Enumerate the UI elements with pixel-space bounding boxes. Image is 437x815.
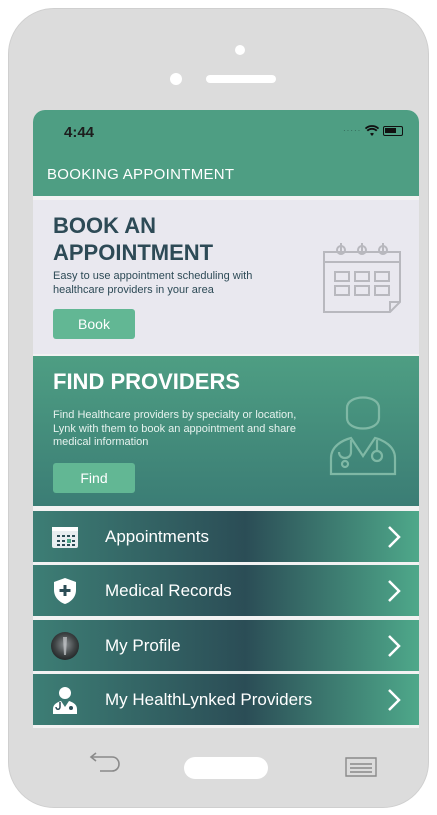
chevron-right-icon	[388, 526, 401, 548]
status-time: 4:44	[64, 124, 95, 141]
status-bar: 4:44 ·····	[33, 110, 419, 154]
menu-lines-icon[interactable]	[342, 756, 380, 778]
status-icons: ·····	[343, 125, 403, 137]
doctor-icon	[53, 687, 77, 714]
chevron-right-icon	[388, 689, 401, 711]
chevron-right-icon	[388, 635, 401, 657]
shield-plus-icon	[54, 578, 76, 604]
nav-label-my-profile: My Profile	[105, 636, 181, 655]
find-card-description: Find Healthcare providers by specialty o…	[53, 409, 297, 448]
find-button[interactable]: Find	[53, 463, 135, 493]
front-camera	[170, 73, 182, 85]
wifi-icon	[365, 125, 379, 136]
book-button[interactable]: Book	[53, 309, 135, 339]
app-screen: 4:44 ····· BOOKING APPOINTMENT BOOK AN A…	[33, 110, 419, 728]
nav-item-my-healthlynked-providers[interactable]: My HealthLynked Providers	[33, 674, 419, 725]
nav-item-appointments[interactable]: Appointments	[33, 511, 419, 562]
book-card-title-line2: APPOINTMENT	[53, 240, 214, 265]
chevron-right-icon	[388, 580, 401, 602]
book-appointment-card: BOOK AN APPOINTMENT Easy to use appointm…	[33, 200, 419, 354]
nav-label-medical-records: Medical Records	[105, 581, 232, 600]
home-button[interactable]	[184, 757, 268, 779]
nav-item-my-profile[interactable]: My Profile	[33, 620, 419, 671]
book-card-description: Easy to use appointment scheduling with …	[53, 270, 253, 296]
nav-label-appointments: Appointments	[105, 527, 209, 546]
back-arrow-icon[interactable]	[86, 752, 122, 774]
calendar-icon	[52, 527, 78, 548]
avatar	[51, 632, 79, 660]
page-title: BOOKING APPOINTMENT	[33, 154, 419, 196]
signal-icon: ·····	[343, 126, 362, 135]
battery-icon	[383, 126, 403, 136]
front-sensor	[235, 45, 245, 55]
nav-item-medical-records[interactable]: Medical Records	[33, 565, 419, 616]
nav-label-providers: My HealthLynked Providers	[105, 690, 313, 709]
find-providers-card: FIND PROVIDERS Find Healthcare providers…	[33, 356, 419, 506]
book-card-title-line1: BOOK AN	[53, 213, 157, 238]
book-card-title: BOOK AN APPOINTMENT	[53, 212, 293, 266]
find-card-title: FIND PROVIDERS	[53, 369, 241, 394]
earpiece-speaker	[206, 75, 276, 83]
calendar-icon	[323, 243, 401, 313]
doctor-icon	[329, 396, 397, 476]
